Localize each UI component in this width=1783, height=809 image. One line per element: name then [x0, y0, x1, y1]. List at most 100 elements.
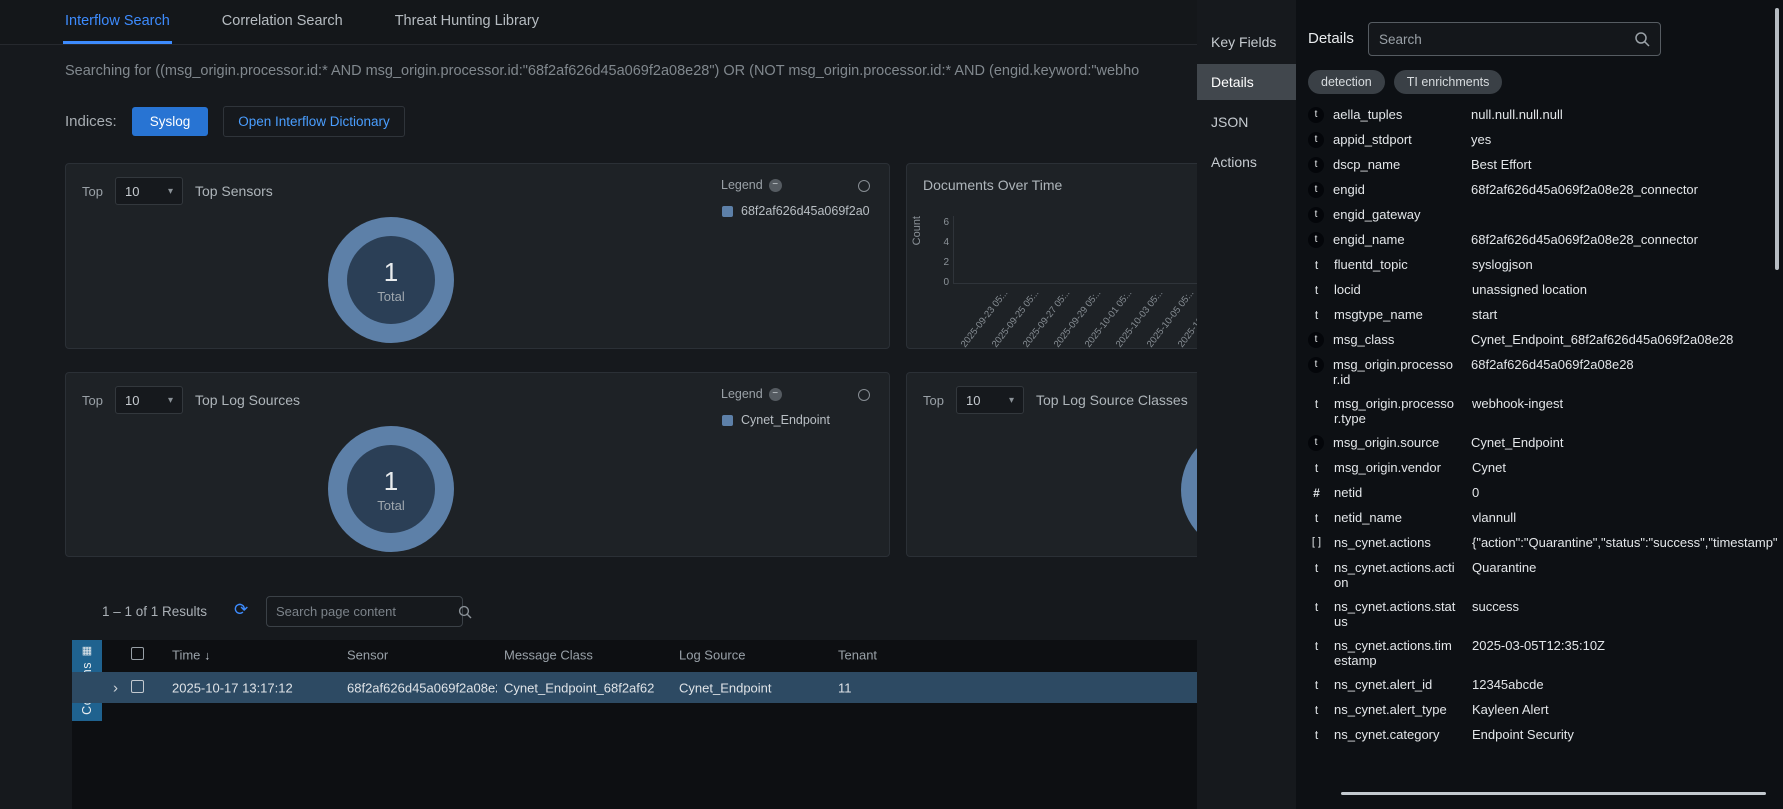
top-count-select[interactable]: 10 ▾: [956, 386, 1024, 414]
top-sensors-donut-chart[interactable]: 1 Total: [328, 217, 454, 343]
panel-title: Documents Over Time: [923, 177, 1062, 193]
field-row[interactable]: t ns_cynet.actions.action Quarantine: [1308, 555, 1777, 594]
field-value: 0: [1472, 485, 1777, 500]
nav-tab[interactable]: Correlation Search: [220, 0, 345, 44]
row-checkbox[interactable]: [131, 680, 144, 693]
top-count-select[interactable]: 10 ▾: [115, 386, 183, 414]
field-name: ns_cynet.category: [1334, 727, 1456, 742]
syslog-index-button[interactable]: Syslog: [132, 107, 209, 136]
field-row[interactable]: t engid_name 68f2af626d45a069f2a08e28_co…: [1308, 227, 1777, 252]
field-value: webhook-ingest: [1472, 396, 1777, 411]
field-row[interactable]: t aella_tuples null.null.null.null: [1308, 102, 1777, 127]
legend-label: Legend: [721, 387, 763, 401]
legend-collapse-icon[interactable]: −: [769, 179, 782, 192]
panel-title: Top Sensors: [195, 183, 273, 199]
expand-row-icon[interactable]: ›: [113, 679, 118, 696]
field-value: start: [1472, 307, 1777, 322]
field-name: appid_stdport: [1333, 132, 1455, 147]
field-row[interactable]: t msg_origin.processor.type webhook-inge…: [1308, 391, 1777, 430]
field-row[interactable]: [ ] ns_cynet.actions {"action":"Quaranti…: [1308, 530, 1777, 555]
details-panel-tab[interactable]: Key Fields: [1197, 24, 1296, 60]
field-type-icon: t: [1308, 282, 1325, 298]
field-type-icon: t: [1308, 677, 1325, 693]
top-sensors-panel: Top 10 ▾ Top Sensors Legend − 68f2af626d…: [65, 163, 890, 349]
y-tick: 4: [933, 237, 949, 248]
column-header-message-class[interactable]: Message Class: [504, 648, 654, 663]
details-panel-tab[interactable]: JSON: [1197, 104, 1296, 140]
field-row[interactable]: t ns_cynet.alert_type Kayleen Alert: [1308, 697, 1777, 722]
legend-item[interactable]: 68f2af626d45a069f2a0: [722, 204, 870, 218]
field-row[interactable]: t msg_origin.source Cynet_Endpoint: [1308, 430, 1777, 455]
details-panel-tab[interactable]: Details: [1197, 64, 1296, 100]
field-row[interactable]: t locid unassigned location: [1308, 277, 1777, 302]
details-panel-tab[interactable]: Actions: [1197, 144, 1296, 180]
field-name: ns_cynet.alert_type: [1334, 702, 1456, 717]
top-count-select[interactable]: 10 ▾: [115, 177, 183, 205]
field-row[interactable]: t dscp_name Best Effort: [1308, 152, 1777, 177]
open-interflow-dictionary-button[interactable]: Open Interflow Dictionary: [223, 106, 405, 137]
field-row[interactable]: t netid_name vlannull: [1308, 505, 1777, 530]
column-header-sensor[interactable]: Sensor: [347, 648, 497, 663]
field-row[interactable]: t fluentd_topic syslogjson: [1308, 252, 1777, 277]
field-row[interactable]: # netid 0: [1308, 480, 1777, 505]
filter-chip[interactable]: TI enrichments: [1394, 70, 1503, 94]
field-type-icon: t: [1308, 460, 1325, 476]
top-count-value: 10: [966, 393, 980, 408]
field-name: ns_cynet.alert_id: [1334, 677, 1456, 692]
field-value: Quarantine: [1472, 560, 1777, 575]
field-name: engid: [1333, 182, 1455, 197]
y-axis-label: Count: [911, 216, 923, 245]
field-value: Cynet_Endpoint: [1471, 435, 1777, 450]
field-type-icon: t: [1308, 182, 1324, 198]
row-time: 2025-10-17 13:17:12: [172, 680, 293, 695]
field-type-icon: t: [1308, 357, 1324, 373]
select-all-checkbox[interactable]: [131, 647, 144, 660]
field-name: ns_cynet.actions.timestamp: [1334, 638, 1456, 668]
field-row[interactable]: t msg_origin.processor.id 68f2af626d45a0…: [1308, 352, 1777, 391]
vertical-scrollbar[interactable]: [1775, 8, 1779, 270]
field-name: engid_name: [1333, 232, 1455, 247]
panel-title: Top Log Source Classes: [1036, 392, 1188, 408]
legend-item[interactable]: Cynet_Endpoint: [722, 413, 830, 427]
legend-collapse-icon[interactable]: −: [769, 388, 782, 401]
field-row[interactable]: t msg_origin.vendor Cynet: [1308, 455, 1777, 480]
nav-tab[interactable]: Threat Hunting Library: [393, 0, 541, 44]
field-type-icon: t: [1308, 396, 1325, 412]
y-tick: 6: [933, 217, 949, 228]
horizontal-scrollbar[interactable]: [1341, 792, 1766, 795]
details-search-input[interactable]: [1379, 32, 1634, 47]
chevron-down-icon: ▾: [1009, 395, 1014, 406]
field-row[interactable]: t ns_cynet.actions.timestamp 2025-03-05T…: [1308, 633, 1777, 672]
field-row[interactable]: t ns_cynet.alert_id 12345abcde: [1308, 672, 1777, 697]
field-row[interactable]: t ns_cynet.actions.status success: [1308, 594, 1777, 633]
field-row[interactable]: t engid 68f2af626d45a069f2a08e28_connect…: [1308, 177, 1777, 202]
legend-toggle-icon[interactable]: [858, 389, 870, 401]
field-row[interactable]: t msgtype_name start: [1308, 302, 1777, 327]
column-header-time[interactable]: Time↓: [172, 648, 210, 663]
page-search-input[interactable]: [276, 604, 452, 619]
legend-toggle-icon[interactable]: [858, 180, 870, 192]
filter-chip[interactable]: detection: [1308, 70, 1385, 94]
top-count-value: 10: [125, 393, 139, 408]
field-row[interactable]: t engid_gateway: [1308, 202, 1777, 227]
legend-header: Legend −: [721, 387, 782, 401]
field-value: Cynet_Endpoint_68f2af626d45a069f2a08e28: [1471, 332, 1777, 347]
top-log-sources-donut-chart[interactable]: 1 Total: [328, 426, 454, 552]
details-content: Details detection TI enrichments t aella…: [1296, 0, 1783, 809]
legend-swatch: [722, 206, 733, 217]
chevron-down-icon: ▾: [168, 395, 173, 406]
row-sensor: 68f2af626d45a069f2a08e28: [347, 680, 497, 695]
legend-item-label: 68f2af626d45a069f2a0: [741, 204, 870, 218]
field-row[interactable]: t ns_cynet.category Endpoint Security: [1308, 722, 1777, 747]
field-type-icon: #: [1308, 485, 1325, 501]
details-panel: Key Fields Details JSON Actions Details …: [1197, 0, 1783, 809]
nav-tab[interactable]: Interflow Search: [63, 0, 172, 44]
column-header-log-source[interactable]: Log Source: [679, 648, 829, 663]
column-header-tenant[interactable]: Tenant: [838, 648, 877, 663]
refresh-icon[interactable]: ⟳: [234, 600, 248, 620]
field-row[interactable]: t msg_class Cynet_Endpoint_68f2af626d45a…: [1308, 327, 1777, 352]
field-value: Endpoint Security: [1472, 727, 1777, 742]
field-value: 68f2af626d45a069f2a08e28_connector: [1471, 232, 1777, 247]
chevron-down-icon: ▾: [168, 186, 173, 197]
field-row[interactable]: t appid_stdport yes: [1308, 127, 1777, 152]
